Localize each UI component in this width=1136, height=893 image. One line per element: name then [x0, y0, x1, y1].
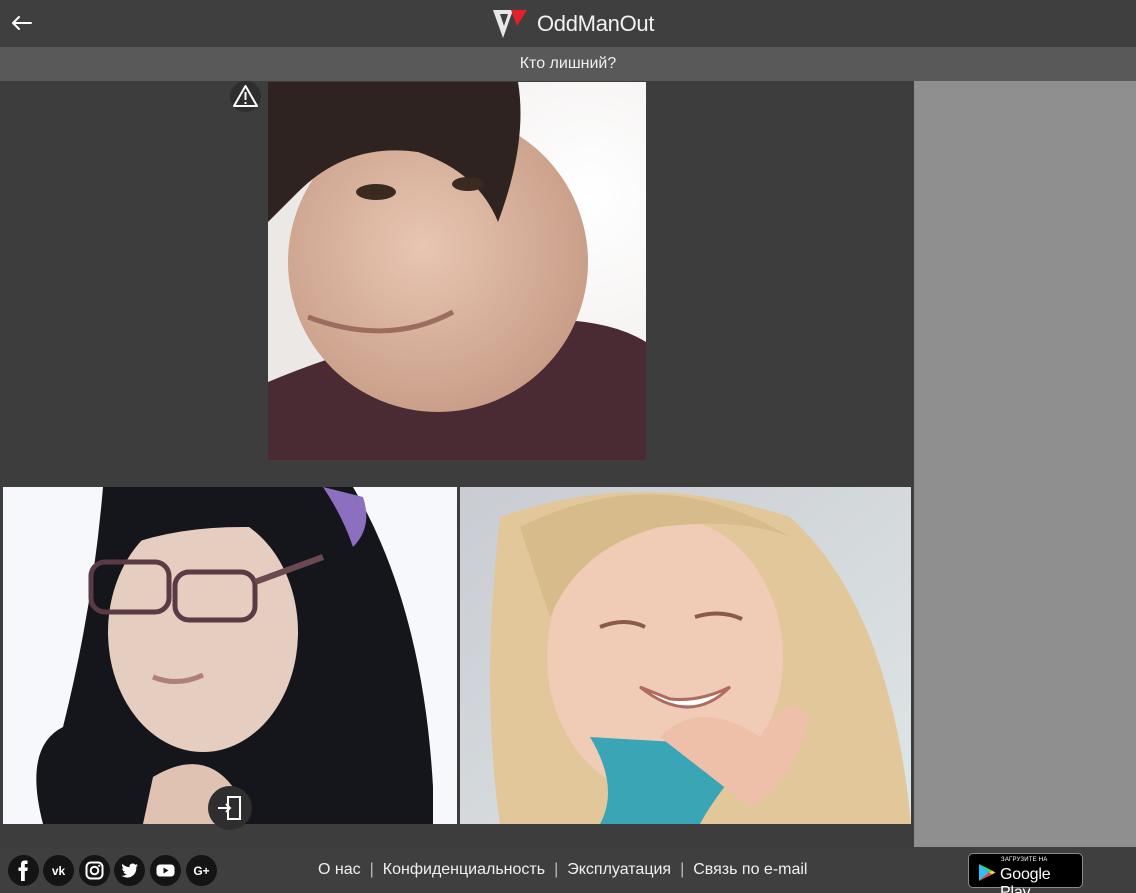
exit-button[interactable] [208, 786, 252, 830]
youtube-icon [156, 864, 175, 877]
facebook-button[interactable] [8, 855, 39, 886]
back-button[interactable] [8, 9, 36, 37]
report-button[interactable] [230, 81, 261, 112]
about-link[interactable]: О нас [318, 861, 361, 878]
vk-button[interactable]: vk [43, 855, 74, 886]
badge-small-text: ЗАГРУЗИТЕ НА [1001, 857, 1048, 863]
warning-icon [233, 85, 258, 107]
right-sidebar [914, 81, 1136, 847]
google-play-badge[interactable]: ЗАГРУЗИТЕ НА Google Play [968, 853, 1083, 893]
instagram-button[interactable] [79, 855, 110, 886]
email-contact-link[interactable]: Связь по e-mail [693, 861, 807, 878]
privacy-link[interactable]: Конфиденциальность [383, 861, 545, 878]
svg-text:G+: G+ [193, 864, 209, 878]
google-play-icon [979, 864, 996, 881]
photo-option-3[interactable] [460, 487, 911, 824]
back-arrow-icon [12, 16, 32, 30]
terms-link[interactable]: Эксплуатация [567, 861, 671, 878]
google-plus-icon: G+ [193, 864, 209, 878]
footer-separator: | [554, 861, 559, 878]
face-photo-woman-glasses [3, 487, 457, 824]
facebook-icon [18, 860, 28, 881]
instagram-icon [85, 861, 104, 880]
face-photo-man [268, 82, 646, 460]
footer: vk G+ О нас | Конфиденциальность | Эксплуата… [0, 847, 1136, 893]
footer-separator: | [369, 861, 374, 878]
footer-links: О нас | Конфиденциальность | Эксплуатация | Св… [318, 861, 807, 879]
svg-text:vk: vk [52, 864, 66, 878]
face-photo-woman-blonde [460, 487, 911, 824]
badge-store-name: Google Play [1000, 866, 1051, 893]
twitter-button[interactable] [114, 855, 145, 886]
question-bar: Кто лишний? [0, 47, 1136, 81]
exit-door-icon [218, 796, 241, 820]
photo-option-1[interactable] [268, 82, 646, 460]
photo-option-2[interactable] [3, 487, 457, 824]
footer-separator: | [680, 861, 685, 878]
question-title: Кто лишний? [519, 55, 617, 72]
google-plus-button[interactable]: G+ [186, 855, 217, 886]
vk-icon: vk [52, 864, 66, 878]
app-title: OddManOut [537, 11, 655, 36]
app-logo-icon [493, 10, 527, 38]
top-bar: OddManOut [0, 0, 1136, 47]
youtube-button[interactable] [150, 855, 181, 886]
twitter-icon [121, 863, 138, 878]
